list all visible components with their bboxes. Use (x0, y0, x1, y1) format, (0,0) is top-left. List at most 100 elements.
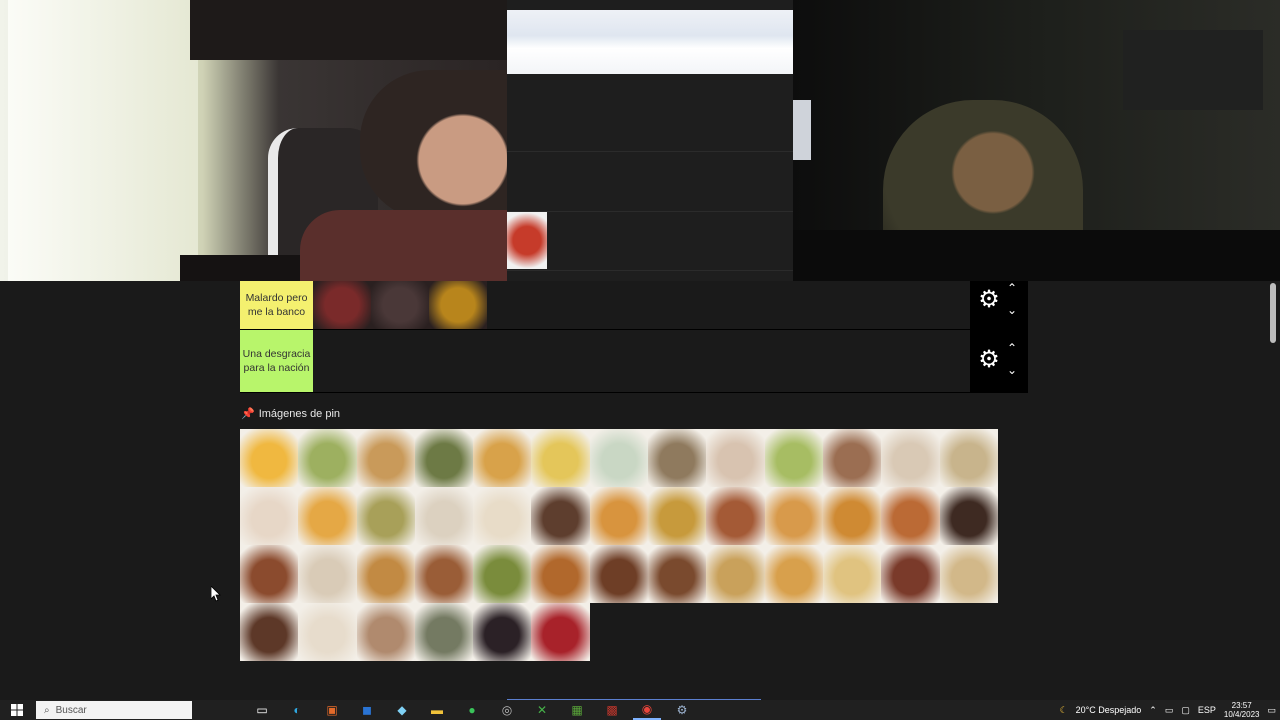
pin-image-tile[interactable] (881, 545, 940, 603)
pin-image-tile[interactable] (473, 545, 532, 603)
food-item[interactable] (507, 212, 547, 269)
tier-label[interactable]: Malardo pero me la banco (240, 281, 313, 329)
whatsapp-icon[interactable]: ● (458, 700, 486, 720)
pin-image-tile[interactable] (240, 487, 299, 545)
pin-image-tile[interactable] (414, 429, 474, 487)
app-icon[interactable]: ▩ (598, 700, 626, 720)
pin-image-tile[interactable] (589, 429, 649, 487)
pin-image-tile[interactable] (356, 487, 415, 545)
pin-image-grid (240, 429, 998, 661)
pin-image-tile[interactable] (822, 545, 882, 603)
language-indicator[interactable]: ESP (1198, 705, 1216, 715)
pin-image-tile[interactable] (939, 487, 998, 545)
pin-image-tile[interactable] (822, 487, 882, 545)
tier-divider (507, 151, 793, 152)
pin-image-tile[interactable] (414, 603, 474, 661)
tier-controls: ⚙ ⌃ ⌄ (970, 281, 1028, 329)
edge-icon[interactable]: ◐ (283, 700, 311, 720)
chevron-up-icon[interactable]: ⌃ (1004, 341, 1020, 355)
chrome-icon[interactable]: ◉ (633, 700, 661, 720)
store-icon[interactable]: ▣ (318, 700, 346, 720)
chevron-up-icon[interactable]: ⌃ (1149, 705, 1157, 716)
pin-image-tile[interactable] (414, 487, 474, 545)
webcam-overlay-left (0, 0, 507, 281)
monitor (793, 100, 811, 160)
pin-image-tile[interactable] (473, 603, 532, 661)
pin-image-tile[interactable] (881, 429, 940, 487)
outlook-icon[interactable]: ◼ (353, 700, 381, 720)
pin-image-tile[interactable] (706, 487, 765, 545)
pin-image-tile[interactable] (298, 487, 357, 545)
chevron-down-icon[interactable]: ⌄ (1004, 363, 1020, 377)
task-view-icon[interactable]: ▭ (248, 700, 276, 720)
clock[interactable]: 23:57 10/4/2023 (1224, 701, 1260, 719)
tier-label[interactable]: Una desgracia para la nación (240, 330, 313, 392)
clock-date: 10/4/2023 (1223, 710, 1260, 719)
steam-icon[interactable]: ⚙ (668, 700, 696, 720)
pin-image-tile[interactable] (356, 545, 415, 603)
pin-image-tile[interactable] (822, 429, 882, 487)
pin-image-tile[interactable] (240, 429, 299, 487)
weather-text[interactable]: 20°C Despejado (1076, 705, 1142, 715)
food-item[interactable] (313, 281, 371, 329)
pin-image-tile[interactable] (531, 429, 590, 487)
windows-start-icon[interactable] (0, 700, 34, 720)
app-icon[interactable]: ◆ (388, 700, 416, 720)
gear-icon[interactable]: ⚙ (976, 287, 1002, 313)
pin-image-tile[interactable] (356, 603, 415, 661)
pin-image-tile[interactable] (764, 545, 823, 603)
pin-image-tile[interactable] (881, 487, 940, 545)
pin-image-tile[interactable] (531, 603, 590, 661)
pin-image-tile[interactable] (706, 545, 765, 603)
webcam-background (8, 0, 198, 281)
pin-image-tile[interactable] (939, 429, 998, 487)
pin-image-tile[interactable] (473, 487, 532, 545)
chevron-down-icon[interactable]: ⌄ (1004, 303, 1020, 317)
pin-image-tile[interactable] (240, 545, 299, 603)
tier-row: Malardo pero me la banco ⚙ ⌃ ⌄ (240, 281, 1028, 330)
pin-image-tile[interactable] (764, 429, 823, 487)
system-tray: ☾ 20°C Despejado ⌃ ▭ ▢ ESP 23:57 10/4/20… (1060, 700, 1276, 720)
pin-image-tile[interactable] (648, 487, 707, 545)
pin-image-tile[interactable] (298, 545, 357, 603)
pin-image-tile[interactable] (531, 487, 590, 545)
pin-image-tile[interactable] (298, 603, 357, 661)
food-item[interactable] (371, 281, 429, 329)
webcam-background (180, 255, 300, 281)
pin-image-tile[interactable] (589, 487, 649, 545)
pin-image-tile[interactable] (473, 429, 532, 487)
taskbar: ⌕ Buscar ▭ ◐ ▣ ◼ ◆ ▬ ● ◎ ✕ ▦ ▩ ◉ ⚙ ☾ 20°… (0, 700, 1280, 720)
pin-image-tile[interactable] (648, 429, 707, 487)
network-icon[interactable]: ▢ (1181, 705, 1190, 716)
pushpin-icon: 📌 (241, 408, 255, 420)
pin-image-tile[interactable] (648, 545, 707, 603)
webcam-overlay-right (793, 0, 1280, 281)
gear-icon[interactable]: ⚙ (976, 347, 1002, 373)
minecraft-icon[interactable]: ▦ (563, 700, 591, 720)
food-item[interactable] (429, 281, 487, 329)
webcam-background (793, 230, 1280, 281)
notifications-icon[interactable]: ▭ (1267, 705, 1276, 716)
mouse-cursor-icon (211, 586, 221, 602)
pin-image-tile[interactable] (706, 429, 765, 487)
pin-image-tile[interactable] (589, 545, 649, 603)
pin-image-tile[interactable] (764, 487, 823, 545)
pin-image-tile[interactable] (414, 545, 474, 603)
tier-items (313, 330, 970, 392)
streamer-head (360, 70, 507, 220)
pin-image-tile[interactable] (240, 603, 299, 661)
file-explorer-icon[interactable]: ▬ (423, 700, 451, 720)
pin-image-tile[interactable] (356, 429, 415, 487)
scrollbar[interactable] (1270, 283, 1276, 343)
tier-divider (507, 211, 793, 212)
chevron-up-icon[interactable]: ⌃ (1004, 281, 1020, 295)
xbox-icon[interactable]: ✕ (528, 700, 556, 720)
taskbar-search[interactable]: ⌕ Buscar (36, 701, 192, 719)
pin-image-tile[interactable] (939, 545, 998, 603)
moon-icon: ☾ (1059, 704, 1068, 715)
taskbar-apps: ▭ ◐ ▣ ◼ ◆ ▬ ● ◎ ✕ ▦ ▩ ◉ ⚙ (248, 700, 696, 720)
pin-image-tile[interactable] (298, 429, 357, 487)
obs-icon[interactable]: ◎ (493, 700, 521, 720)
pin-image-tile[interactable] (531, 545, 590, 603)
battery-icon[interactable]: ▭ (1165, 705, 1174, 716)
